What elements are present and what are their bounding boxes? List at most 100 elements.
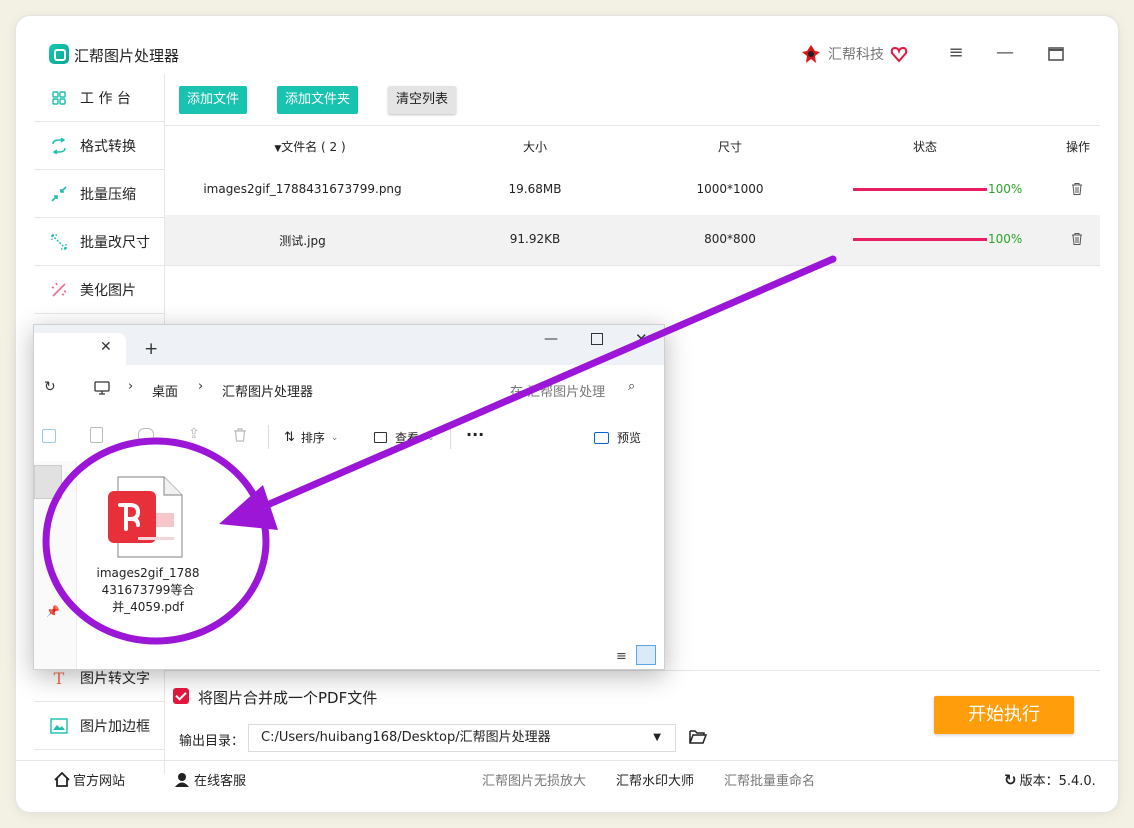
sidebar-item-workbench[interactable]: 工 作 台 — [34, 74, 164, 122]
pdf-file-name[interactable]: images2gif_1788431673799等合并_4059.pdf — [96, 565, 200, 616]
sidebar-item-label: 美化图片 — [80, 282, 136, 299]
rename-icon[interactable] — [138, 428, 154, 442]
sidebar-item-label: 工 作 台 — [80, 90, 131, 107]
support-icon — [175, 773, 189, 787]
sidebar-item-label: 批量改尺寸 — [80, 234, 150, 251]
minimize-icon[interactable]: — — [993, 42, 1017, 64]
breadcrumb-folder[interactable]: 汇帮图片处理器 — [222, 381, 313, 400]
sort-icon: ⇅ — [284, 430, 295, 445]
compress-icon — [50, 185, 68, 203]
column-header-action: 操作 — [1065, 140, 1090, 154]
progress-bar — [853, 188, 987, 191]
search-input[interactable]: 在 汇帮图片处理 — [510, 381, 605, 400]
sidebar-item-add-frame[interactable]: 图片加边框 — [34, 702, 164, 750]
column-header-name[interactable]: ▼文件名 ( 2 ) — [225, 138, 395, 155]
view-button[interactable]: 查看 ⌄ — [374, 429, 435, 446]
footer-link-enlarge[interactable]: 汇帮图片无损放大 — [482, 770, 586, 789]
close-icon[interactable]: ✕ — [635, 330, 648, 348]
output-dir-select[interactable]: C:/Users/huibang168/Desktop/汇帮图片处理器 ▼ — [248, 724, 676, 752]
convert-icon — [50, 137, 68, 155]
chevron-down-icon: ⌄ — [330, 432, 339, 443]
vip-heart-icon[interactable] — [890, 45, 908, 63]
paste-icon[interactable] — [90, 427, 103, 443]
maximize-icon[interactable] — [1044, 45, 1068, 67]
frame-icon — [50, 717, 68, 735]
more-options-icon[interactable]: ··· — [466, 425, 484, 444]
explorer-toolbar: ⇪ ⇅ 排序 ⌄ 查看 ⌄ ··· 预览 — [34, 413, 664, 462]
chevron-down-icon: ⌄ — [427, 432, 435, 443]
chevron-right-icon: › — [128, 379, 134, 394]
footer-link-watermark[interactable]: 汇帮水印大师 — [616, 770, 694, 789]
pin-icon[interactable]: 📌 — [46, 605, 60, 618]
add-folder-button[interactable]: 添加文件夹 — [277, 86, 359, 114]
file-table-header: ▼文件名 ( 2 ) 大小 尺寸 状态 操作 — [165, 125, 1100, 167]
start-button[interactable]: 开始执行 — [934, 696, 1074, 734]
folder-open-icon[interactable] — [689, 729, 707, 744]
toolbar-divider — [268, 425, 269, 449]
file-dims: 1000*1000 — [696, 182, 764, 196]
breadcrumb-desktop[interactable]: 桌面 — [152, 381, 178, 400]
clear-list-button[interactable]: 清空列表 — [388, 86, 457, 114]
grid-icon — [50, 89, 68, 107]
refresh-icon[interactable]: ↻ — [44, 379, 56, 395]
column-header-size: 大小 — [522, 140, 547, 154]
share-icon[interactable]: ⇪ — [188, 426, 200, 442]
sort-button[interactable]: ⇅ 排序 ⌄ — [284, 429, 338, 446]
sidebar: 工 作 台 格式转换 批量压缩 批量改尺寸 美化图片 — [34, 74, 164, 314]
sidebar-item-beautify[interactable]: 美化图片 — [34, 266, 164, 314]
sidebar-item-batch-resize[interactable]: 批量改尺寸 — [34, 218, 164, 266]
details-view-icon[interactable]: ≡ — [616, 649, 627, 664]
merge-pdf-label: 将图片合并成一个PDF文件 — [198, 689, 378, 707]
title-bar: 汇帮图片处理器 汇帮科技 ≡ — — [16, 16, 1118, 74]
delete-icon[interactable] — [234, 428, 246, 442]
brand-name: 汇帮科技 — [828, 47, 884, 63]
brand[interactable]: 汇帮科技 — [800, 43, 908, 65]
close-tab-icon[interactable]: ✕ — [100, 339, 112, 355]
chevron-right-icon: › — [198, 379, 204, 394]
nav-selected-item[interactable] — [34, 465, 62, 499]
refresh-icon: ↻ — [1004, 770, 1017, 789]
home-icon — [54, 772, 70, 787]
explorer-address-bar: ↻ › 桌面 › 汇帮图片处理器 在 汇帮图片处理 ⌕ — [34, 365, 664, 414]
chevron-down-icon[interactable]: ▼ — [653, 725, 661, 751]
merge-pdf-checkbox[interactable] — [173, 688, 189, 704]
progress-percent: 100% — [988, 182, 1023, 196]
minimize-icon[interactable]: — — [544, 331, 558, 347]
table-row[interactable]: images2gif_1788431673799.png 19.68MB 100… — [165, 165, 1100, 216]
explorer-tab[interactable]: ✕ — [34, 333, 126, 365]
file-name: 测试.jpg — [279, 234, 326, 248]
sidebar-item-batch-compress[interactable]: 批量压缩 — [34, 170, 164, 218]
computer-icon[interactable] — [94, 381, 110, 395]
menu-icon[interactable]: ≡ — [944, 42, 968, 64]
file-size: 19.68MB — [508, 182, 562, 196]
sidebar-item-format-convert[interactable]: 格式转换 — [34, 122, 164, 170]
app-logo-icon — [49, 44, 69, 64]
add-file-button[interactable]: 添加文件 — [179, 86, 248, 114]
progress-percent: 100% — [988, 232, 1023, 246]
file-name: images2gif_1788431673799.png — [203, 182, 402, 196]
brand-logo-icon — [802, 45, 820, 63]
version-info[interactable]: ↻ 版本：5.4.0. — [1004, 770, 1096, 790]
support-link[interactable]: 在线客服 — [174, 770, 246, 789]
explorer-tab-bar: ✕ + — ✕ — [34, 325, 664, 365]
sidebar-item-label: 批量压缩 — [80, 186, 136, 203]
trash-icon[interactable] — [1072, 183, 1082, 195]
new-tab-icon[interactable]: + — [144, 339, 158, 359]
website-link[interactable]: 官方网站 — [54, 770, 125, 789]
app-title: 汇帮图片处理器 — [74, 47, 180, 65]
pdf-file-icon[interactable] — [108, 475, 184, 559]
footer-link-rename[interactable]: 汇帮批量重命名 — [724, 770, 815, 789]
column-header-status: 状态 — [912, 140, 937, 154]
file-dims: 800*800 — [704, 232, 756, 246]
copy-icon[interactable] — [42, 429, 56, 443]
explorer-content: 📌 images2gif_1788431673799等合并_4059.pdf ≡ — [34, 461, 664, 669]
table-row[interactable]: 测试.jpg 91.92KB 800*800 100% — [165, 215, 1100, 266]
trash-icon[interactable] — [1072, 233, 1082, 245]
tiles-view-icon[interactable] — [636, 645, 656, 665]
beautify-icon — [50, 281, 68, 299]
column-header-dims: 尺寸 — [717, 140, 742, 154]
search-icon[interactable]: ⌕ — [628, 379, 635, 394]
resize-icon — [50, 233, 68, 251]
preview-button[interactable]: 预览 — [594, 429, 641, 446]
maximize-icon[interactable] — [591, 333, 603, 345]
